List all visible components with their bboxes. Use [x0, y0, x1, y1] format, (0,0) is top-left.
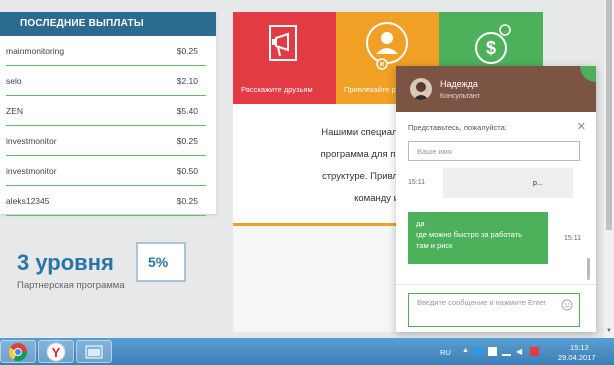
- payout-user: mainmonitoring: [6, 46, 65, 56]
- security-icon[interactable]: [530, 347, 539, 356]
- agent-role: Консультант: [440, 93, 480, 100]
- taskbar-chrome[interactable]: [0, 340, 36, 363]
- payout-row: investmonitor $0.50: [6, 156, 206, 186]
- chat-header[interactable]: Надежда Консультант: [396, 66, 596, 112]
- payout-amount: $5.40: [176, 106, 198, 116]
- close-icon[interactable]: ✕: [577, 120, 586, 133]
- network-icon[interactable]: [502, 347, 511, 356]
- levels-title: 3 уровня: [17, 250, 114, 275]
- page-scrollbar[interactable]: ▼: [604, 0, 614, 338]
- volume-icon[interactable]: ◀: [516, 347, 525, 356]
- payout-row: mainmonitoring $0.25: [6, 36, 206, 66]
- add-user-icon: [366, 22, 408, 70]
- payout-user: ZEN: [6, 106, 23, 116]
- taskbar-file-manager[interactable]: [76, 340, 112, 363]
- message-placeholder: Введите сообщение и нажмите Enter: [417, 298, 546, 307]
- payout-user: investmonitor: [6, 166, 57, 176]
- chat-scrollbar[interactable]: [587, 258, 590, 280]
- svg-text:$: $: [486, 38, 496, 58]
- megaphone-icon: [269, 25, 297, 61]
- file-manager-icon: [85, 345, 103, 359]
- chat-compose: Введите сообщение и нажмите Enter: [396, 284, 596, 332]
- message-input[interactable]: Введите сообщение и нажмите Enter: [408, 293, 580, 327]
- scroll-down-icon[interactable]: ▼: [606, 328, 612, 334]
- taskbar: Y RU ▲ ◀ 15:12 29.04.2017: [0, 338, 614, 365]
- language-indicator[interactable]: RU: [440, 348, 451, 357]
- svg-text:Y: Y: [52, 345, 61, 360]
- online-indicator: [580, 66, 596, 82]
- person-icon: [413, 82, 429, 100]
- tile-label: Расскажите друзьям: [241, 85, 313, 94]
- flag-icon[interactable]: [488, 347, 497, 356]
- payout-amount: $0.50: [176, 166, 198, 176]
- payout-amount: $0.25: [176, 196, 198, 206]
- payout-user: selo: [6, 76, 22, 86]
- taskbar-yandex[interactable]: Y: [38, 340, 74, 363]
- chevron-up-icon[interactable]: ▲: [462, 347, 471, 356]
- chat-widget: Надежда Консультант Представьтесь, пожал…: [396, 66, 596, 332]
- chrome-icon: [8, 343, 28, 362]
- tile-tell-friends[interactable]: Расскажите друзьям: [233, 12, 336, 104]
- message-time: 15:11: [564, 235, 581, 242]
- incoming-message: р...: [443, 168, 573, 198]
- payout-user: investmonitor: [6, 136, 57, 146]
- payout-row: selo $2.10: [6, 66, 206, 96]
- payouts-title: ПОСЛЕДНИЕ ВЫПЛАТЫ: [0, 12, 216, 36]
- agent-name: Надежда: [440, 79, 478, 89]
- smile-icon[interactable]: [561, 299, 573, 311]
- message-time: 15:11: [408, 179, 425, 186]
- yandex-browser-icon: Y: [46, 342, 66, 362]
- outgoing-message: да где можно быстро за работать там и ри…: [408, 212, 548, 264]
- payout-row: investmonitor $0.25: [6, 126, 206, 156]
- payout-user: aleks12345: [6, 196, 50, 206]
- payout-amount: $2.10: [176, 76, 198, 86]
- avatar: [410, 78, 432, 100]
- levels-subtitle: Партнерская программа: [17, 280, 125, 291]
- app-tray-icon[interactable]: [474, 347, 483, 356]
- clock-date[interactable]: 29.04.2017: [558, 353, 596, 362]
- name-field[interactable]: [408, 141, 580, 161]
- intro-label: Представьтесь, пожалуйста:: [408, 123, 507, 132]
- payout-row: ZEN $5.40: [6, 96, 206, 126]
- payout-amount: $0.25: [176, 46, 198, 56]
- payout-amount: $0.25: [176, 136, 198, 146]
- level-percent: 5%: [136, 242, 186, 282]
- recent-payouts-panel: ПОСЛЕДНИЕ ВЫПЛАТЫ mainmonitoring $0.25 s…: [0, 12, 216, 216]
- clock-time[interactable]: 15:12: [570, 343, 589, 352]
- scrollbar-thumb[interactable]: [606, 0, 612, 230]
- money-icon: $: [475, 24, 511, 64]
- payout-row: aleks12345 $0.25: [6, 186, 206, 216]
